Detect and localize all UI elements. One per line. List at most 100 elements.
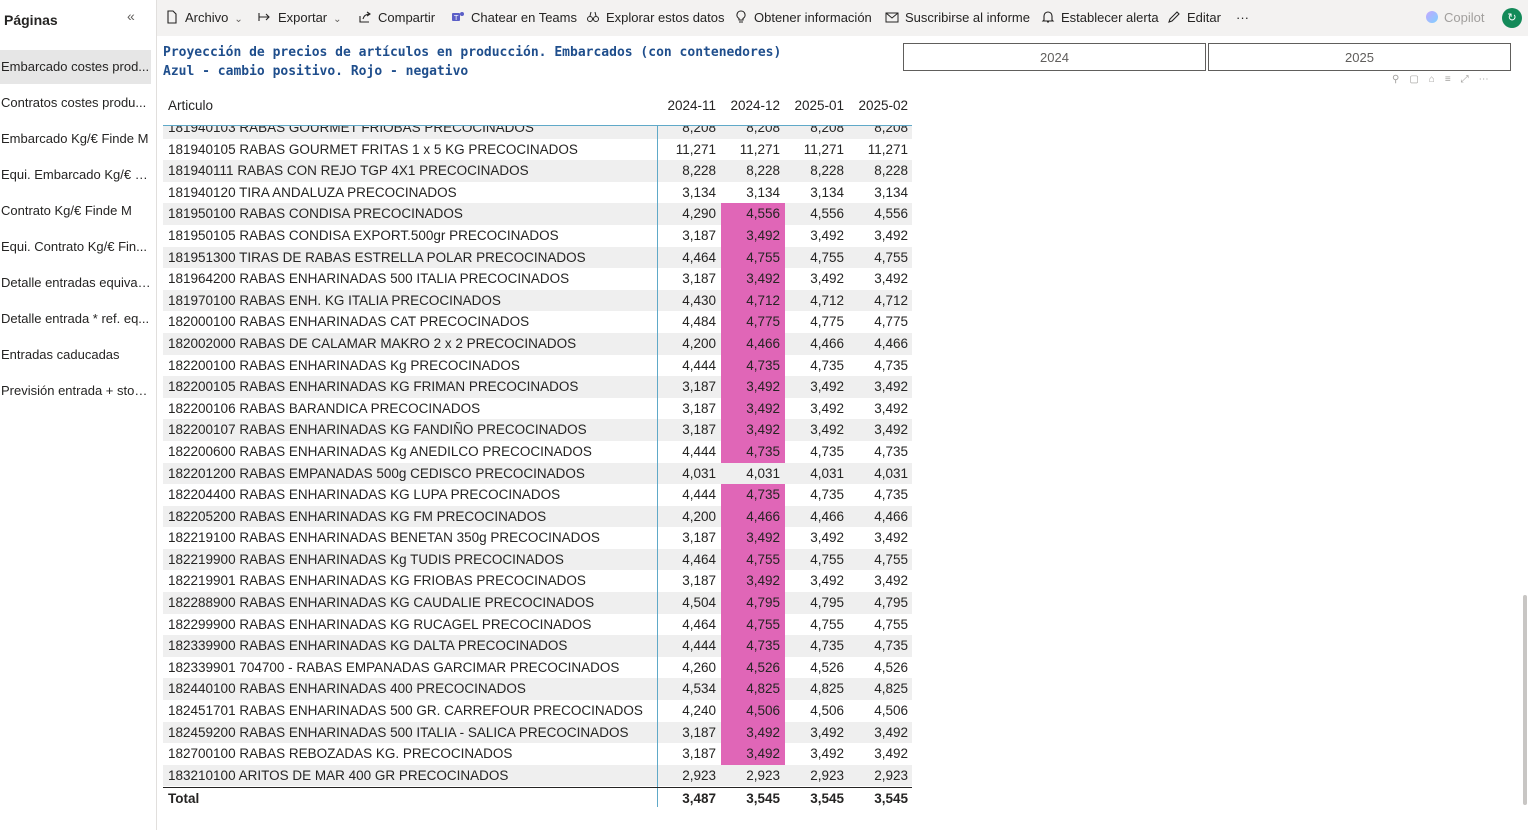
cell-value: 3,492 (874, 422, 908, 438)
cell-value: 4,506 (721, 700, 785, 722)
cell-value: 4,712 (721, 289, 785, 312)
set-alert-label: Establecer alerta (1061, 10, 1159, 25)
table-row[interactable]: 182299900 RABAS ENHARINADAS KG RUCAGEL P… (163, 613, 912, 636)
cell-articulo: 182000100 RABAS ENHARINADAS CAT PRECOCIN… (168, 314, 530, 330)
page-tab[interactable]: Entradas caducadas (0, 338, 151, 372)
table-row[interactable]: 181950105 RABAS CONDISA EXPORT.500gr PRE… (163, 224, 912, 247)
table-row[interactable]: 182201200 RABAS EMPANADAS 500g CEDISCO P… (163, 462, 912, 485)
cell-value: 3,134 (874, 184, 908, 200)
cell-articulo: 182288900 RABAS ENHARINADAS KG CAUDALIE … (168, 595, 595, 611)
cell-value: 4,504 (682, 595, 716, 611)
cell-value: 3,492 (721, 224, 785, 247)
table-row[interactable]: 182219900 RABAS ENHARINADAS Kg TUDIS PRE… (163, 548, 912, 571)
cell-articulo: 181951300 TIRAS DE RABAS ESTRELLA POLAR … (168, 249, 586, 265)
more-options-button[interactable]: ··· (1236, 0, 1249, 36)
get-insights-button[interactable]: Obtener información (734, 0, 872, 36)
page-tab[interactable]: Contrato Kg/€ Finde M (0, 194, 151, 228)
cell-value: 3,187 (682, 227, 716, 243)
table-row[interactable]: 182204400 RABAS ENHARINADAS KG LUPA PREC… (163, 484, 912, 506)
table-row[interactable]: 183210100 ARITOS DE MAR 400 GR PRECOCINA… (163, 764, 912, 787)
cell-articulo: 182200106 RABAS BARANDICA PRECOCINADOS (168, 400, 481, 416)
export-menu-button[interactable]: Exportar ⌄ (258, 0, 342, 36)
table-row[interactable]: 181964200 RABAS ENHARINADAS 500 ITALIA P… (163, 268, 912, 290)
table-row[interactable]: 182200105 RABAS ENHARINADAS KG FRIMAN PR… (163, 376, 912, 398)
table-row[interactable]: 181970100 RABAS ENH. KG ITALIA PRECOCINA… (163, 289, 912, 312)
cell-value: 3,492 (721, 376, 785, 398)
cell-value: 3,187 (682, 422, 716, 438)
cell-value: 4,240 (682, 703, 716, 719)
copilot-button[interactable]: Copilot (1426, 0, 1484, 36)
cell-articulo: 182451701 RABAS ENHARINADAS 500 GR. CARR… (168, 703, 643, 719)
slicer-year-2024[interactable]: 2024 (903, 43, 1206, 71)
matrix-table[interactable]: 181940103 RABAS GOURMET FRIOBAS PRECOCIN… (163, 126, 912, 787)
refresh-icon[interactable]: ↻ (1502, 8, 1522, 28)
cell-value: 3,492 (810, 422, 844, 438)
report-title: Proyección de precios de artículos en pr… (163, 45, 782, 60)
column-header-articulo[interactable]: Articulo (168, 98, 213, 113)
file-menu-button[interactable]: Archivo ⌄ (165, 0, 243, 36)
table-row[interactable]: 182200106 RABAS BARANDICA PRECOCINADOS 3,… (163, 397, 912, 420)
table-row[interactable]: 182288900 RABAS ENHARINADAS KG CAUDALIE … (163, 592, 912, 614)
cell-value: 4,755 (874, 249, 908, 265)
cell-value: 3,492 (874, 724, 908, 740)
table-row[interactable]: 182200100 RABAS ENHARINADAS Kg PRECOCINA… (163, 354, 912, 377)
column-header-2024-12[interactable]: 2024-12 (721, 98, 780, 113)
page-tab[interactable]: Detalle entrada * ref. eq... (0, 302, 151, 336)
table-row[interactable]: 182459200 RABAS ENHARINADAS 500 ITALIA -… (163, 721, 912, 744)
table-row[interactable]: 181940120 TIRA ANDALUZA PRECOCINADOS 3,13… (163, 182, 912, 204)
cell-value: 3,492 (874, 746, 908, 762)
table-row[interactable]: 181940105 RABAS GOURMET FRITAS 1 x 5 KG … (163, 139, 912, 161)
page-tab[interactable]: Embarcado Kg/€ Finde M (0, 122, 151, 156)
visual-header-icons[interactable]: ⚲▢⌂≡⤢⋯ (1392, 74, 1499, 85)
cell-value: 11,271 (867, 141, 908, 157)
table-row[interactable]: 182339901 704700 - RABAS EMPANADAS GARCI… (163, 656, 912, 679)
cell-value: 4,556 (874, 206, 908, 222)
table-row[interactable]: 182219100 RABAS ENHARINADAS BENETAN 350g… (163, 527, 912, 549)
share-icon (359, 11, 371, 23)
table-row[interactable]: 182200107 RABAS ENHARINADAS KG FANDIÑO P… (163, 419, 912, 441)
teams-icon: T (452, 12, 464, 22)
table-row[interactable]: 181951300 TIRAS DE RABAS ESTRELLA POLAR … (163, 246, 912, 269)
table-header: Articulo 2024-11 2024-12 2025-01 2025-02 (163, 94, 912, 124)
subscribe-button[interactable]: Suscribirse al informe (885, 0, 1030, 36)
explore-data-button[interactable]: Explorar estos datos (586, 0, 725, 36)
total-row: Total 3,487 3,545 3,545 3,545 (163, 788, 912, 809)
slicer-year-2025[interactable]: 2025 (1208, 43, 1511, 71)
share-button[interactable]: Compartir (358, 0, 435, 36)
teams-chat-button[interactable]: T Chatear en Teams (451, 0, 577, 36)
table-row[interactable]: 182205200 RABAS ENHARINADAS KG FM PRECOC… (163, 505, 912, 528)
copilot-icon (1426, 11, 1438, 23)
page-tab[interactable]: Embarcado costes prod... (0, 50, 151, 84)
page-tab[interactable]: Detalle entradas equival... (0, 266, 151, 300)
cell-value: 4,735 (874, 357, 908, 373)
page-tab[interactable]: Contratos costes produ... (0, 86, 151, 120)
table-row[interactable]: 182219901 RABAS ENHARINADAS KG FRIOBAS P… (163, 570, 912, 593)
page-tab[interactable]: Equi. Contrato Kg/€ Fin... (0, 230, 151, 264)
edit-button[interactable]: Editar (1167, 0, 1221, 36)
cell-value: 3,492 (810, 400, 844, 416)
table-row[interactable]: 181950100 RABAS CONDISA PRECOCINADOS 4,29… (163, 203, 912, 225)
table-row[interactable]: 182440100 RABAS ENHARINADAS 400 PRECOCIN… (163, 678, 912, 701)
collapse-pane-icon[interactable]: « (127, 8, 135, 24)
table-row[interactable]: 182000100 RABAS ENHARINADAS CAT PRECOCIN… (163, 311, 912, 333)
cell-articulo: 182459200 RABAS ENHARINADAS 500 ITALIA -… (168, 724, 629, 740)
cell-articulo: 181940111 RABAS CON REJO TGP 4X1 PRECOCI… (168, 163, 529, 179)
table-row[interactable]: 182339900 RABAS ENHARINADAS KG DALTA PRE… (163, 635, 912, 657)
cell-value: 4,775 (721, 311, 785, 333)
table-row[interactable]: 182700100 RABAS REBOZADAS KG. PRECOCINAD… (163, 743, 912, 765)
table-row[interactable]: 181940103 RABAS GOURMET FRIOBAS PRECOCIN… (163, 126, 912, 139)
page-scrollbar[interactable] (1523, 595, 1527, 805)
page-tab[interactable]: Previsión entrada + stoc... (0, 374, 151, 408)
table-row[interactable]: 182451701 RABAS ENHARINADAS 500 GR. CARR… (163, 700, 912, 722)
column-header-2024-11[interactable]: 2024-11 (657, 98, 716, 113)
column-header-2025-02[interactable]: 2025-02 (849, 98, 908, 113)
table-row[interactable]: 182002000 RABAS DE CALAMAR MAKRO 2 x 2 P… (163, 332, 912, 355)
lightbulb-icon (736, 10, 746, 23)
set-alert-button[interactable]: Establecer alerta (1041, 0, 1159, 36)
page-tab[interactable]: Equi. Embarcado Kg/€ Fi... (0, 158, 151, 192)
cell-value: 3,492 (721, 721, 785, 744)
table-row[interactable]: 181940111 RABAS CON REJO TGP 4X1 PRECOCI… (163, 160, 912, 182)
table-row[interactable]: 182200600 RABAS ENHARINADAS Kg ANEDILCO … (163, 440, 912, 463)
cell-articulo: 182002000 RABAS DE CALAMAR MAKRO 2 x 2 P… (168, 335, 577, 351)
column-header-2025-01[interactable]: 2025-01 (785, 98, 844, 113)
